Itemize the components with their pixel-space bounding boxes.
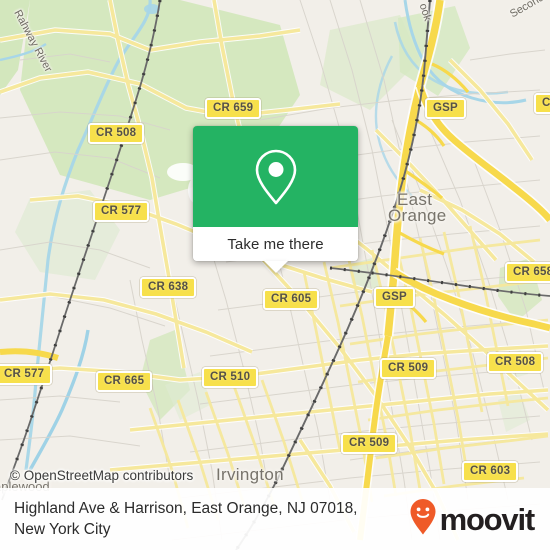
road-shield: CR 508 bbox=[88, 123, 145, 144]
popup-cta-bar[interactable]: Take me there bbox=[193, 227, 358, 273]
road-shield: CR 509 bbox=[380, 358, 437, 379]
take-me-there-popup[interactable]: Take me there bbox=[193, 126, 358, 273]
road-shield: CR 603 bbox=[462, 461, 519, 482]
road-shield: CR 638 bbox=[140, 277, 197, 298]
popup-cta-label: Take me there bbox=[227, 235, 324, 253]
moovit-smile-pin-icon bbox=[409, 498, 437, 541]
road-shield: CR 605 bbox=[263, 289, 320, 310]
road-shield: CR 577 bbox=[0, 364, 53, 385]
address-line-1: Highland Ave & Harrison, East Orange, NJ… bbox=[14, 500, 358, 517]
road-shield: CR 509 bbox=[341, 433, 398, 454]
map-screen: CR 659 CR 508 CR 577 GSP CR CR 658 CR 638 CR 60… bbox=[0, 0, 550, 550]
road-shield: CR 665 bbox=[96, 371, 153, 392]
moovit-logo[interactable]: moovit bbox=[409, 498, 538, 541]
place-label: Irvington bbox=[216, 465, 284, 484]
popup-image-area bbox=[193, 126, 358, 227]
bottom-info-bar: Highland Ave & Harrison, East Orange, NJ… bbox=[0, 488, 550, 550]
road-shield: CR bbox=[534, 93, 550, 114]
road-shield: CR 659 bbox=[205, 98, 262, 119]
address-line-2: New York City bbox=[14, 521, 111, 538]
road-shield: GSP bbox=[425, 98, 466, 119]
place-label: Orange bbox=[388, 206, 447, 225]
road-shield: CR 658 bbox=[505, 262, 550, 283]
road-shield: CR 577 bbox=[93, 201, 150, 222]
popup-pointer-tail bbox=[263, 261, 288, 273]
address-block: Highland Ave & Harrison, East Orange, NJ… bbox=[14, 498, 409, 540]
road-shield: CR 510 bbox=[202, 367, 259, 388]
map-canvas[interactable]: CR 659 CR 508 CR 577 GSP CR CR 658 CR 638 CR 60… bbox=[0, 0, 550, 550]
map-pin-icon bbox=[252, 148, 300, 206]
moovit-wordmark: moovit bbox=[439, 501, 536, 537]
road-shield: GSP bbox=[374, 287, 415, 308]
osm-attribution[interactable]: © OpenStreetMap contributors bbox=[10, 468, 193, 483]
road-shield: CR 508 bbox=[487, 352, 544, 373]
